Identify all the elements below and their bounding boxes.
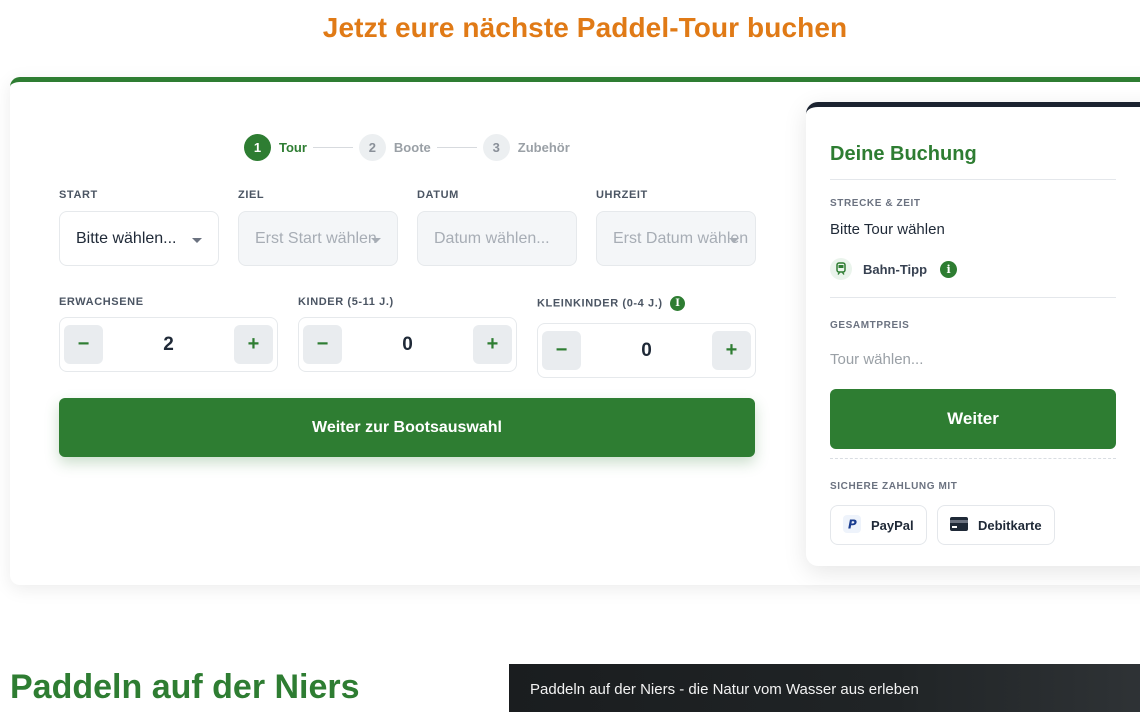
info-icon[interactable]: i <box>670 296 686 311</box>
uhrzeit-select[interactable]: Erst Datum wählen <box>596 211 756 266</box>
booking-stepper: 1 Tour 2 Boote 3 Zubehör <box>244 132 570 162</box>
step-zubehoer[interactable]: 3 Zubehör <box>482 133 570 161</box>
svg-text:P: P <box>848 517 857 531</box>
video-title: Paddeln auf der Niers - die Natur vom Wa… <box>530 681 919 698</box>
ziel-select-value: Erst Start wählen <box>255 229 377 247</box>
kinder-stepper: − 0 + <box>298 317 517 372</box>
ziel-label: ZIEL <box>238 189 265 201</box>
datum-input-value: Datum wählen... <box>434 229 550 247</box>
step-number: 1 <box>244 133 271 161</box>
kinder-label: KINDER (5-11 J.) <box>298 296 394 308</box>
summary-title: Deine Buchung <box>830 143 977 165</box>
step-tour[interactable]: 1 Tour <box>244 133 307 161</box>
step-label: Tour <box>279 139 307 155</box>
start-select-value: Bitte wählen... <box>76 229 177 247</box>
datum-label: DATUM <box>417 189 459 201</box>
chevron-down-icon <box>192 238 202 243</box>
step-number: 3 <box>482 133 510 161</box>
erwachsene-plus-button[interactable]: + <box>233 325 273 364</box>
kleinkinder-minus-button[interactable]: − <box>542 331 581 370</box>
start-select[interactable]: Bitte wählen... <box>59 211 219 266</box>
kleinkinder-plus-button[interactable]: + <box>711 331 751 370</box>
route-value: Bitte Tour wählen <box>830 221 945 238</box>
price-value: Tour wählen... <box>830 351 924 368</box>
chevron-down-icon <box>729 238 739 243</box>
bahn-tipp[interactable]: Bahn-Tipp i <box>830 258 958 280</box>
erwachsene-minus-button[interactable]: − <box>64 325 103 364</box>
payment-label: SICHERE ZAHLUNG MIT <box>830 481 958 492</box>
weiter-button[interactable]: Weiter <box>830 389 1116 449</box>
divider <box>830 179 1116 180</box>
divider <box>830 458 1116 459</box>
chevron-down-icon <box>371 238 381 243</box>
uhrzeit-label: UHRZEIT <box>596 189 648 201</box>
price-label: GESAMTPREIS <box>830 320 910 331</box>
step-boote[interactable]: 2 Boote <box>358 133 431 161</box>
step-label: Boote <box>393 139 431 155</box>
info-icon[interactable]: i <box>940 260 958 278</box>
start-label: START <box>59 189 98 201</box>
kinder-value: 0 <box>402 333 413 355</box>
step-label: Zubehör <box>517 139 570 155</box>
booking-summary-panel: Deine Buchung STRECKE & ZEIT Bitte Tour … <box>806 102 1140 566</box>
datum-input[interactable]: Datum wählen... <box>417 211 577 266</box>
kinder-minus-button[interactable]: − <box>303 325 342 364</box>
credit-card-icon <box>950 516 968 534</box>
route-label: STRECKE & ZEIT <box>830 198 921 209</box>
step-connector <box>312 146 353 148</box>
section-title: Paddeln auf der Niers <box>10 668 360 706</box>
kleinkinder-value: 0 <box>641 339 652 361</box>
kleinkinder-label-wrap: KLEINKINDER (0-4 J.) i <box>537 296 686 311</box>
erwachsene-value: 2 <box>163 333 174 355</box>
step-number: 2 <box>358 133 386 161</box>
bahn-tipp-label: Bahn-Tipp <box>863 261 928 277</box>
kleinkinder-stepper: − 0 + <box>537 323 756 378</box>
paypal-label: PayPal <box>871 517 914 533</box>
erwachsene-stepper: − 2 + <box>59 317 278 372</box>
uhrzeit-select-value: Erst Datum wählen <box>613 229 749 247</box>
train-icon <box>830 258 852 280</box>
debitkarte-option[interactable]: Debitkarte <box>937 505 1055 545</box>
step-connector <box>436 146 477 148</box>
page-heading: Jetzt eure nächste Paddel-Tour buchen <box>322 12 848 43</box>
paypal-option[interactable]: P PayPal <box>830 505 927 545</box>
weiter-zur-bootsauswahl-button[interactable]: Weiter zur Bootsauswahl <box>59 398 755 457</box>
kleinkinder-label: KLEINKINDER (0-4 J.) <box>537 297 663 310</box>
debitkarte-label: Debitkarte <box>978 517 1042 533</box>
video-player[interactable]: Paddeln auf der Niers - die Natur vom Wa… <box>509 664 1140 712</box>
paypal-icon: P <box>843 514 861 536</box>
divider <box>830 297 1116 298</box>
ziel-select[interactable]: Erst Start wählen <box>238 211 398 266</box>
kinder-plus-button[interactable]: + <box>472 325 512 364</box>
erwachsene-label: ERWACHSENE <box>59 296 144 308</box>
